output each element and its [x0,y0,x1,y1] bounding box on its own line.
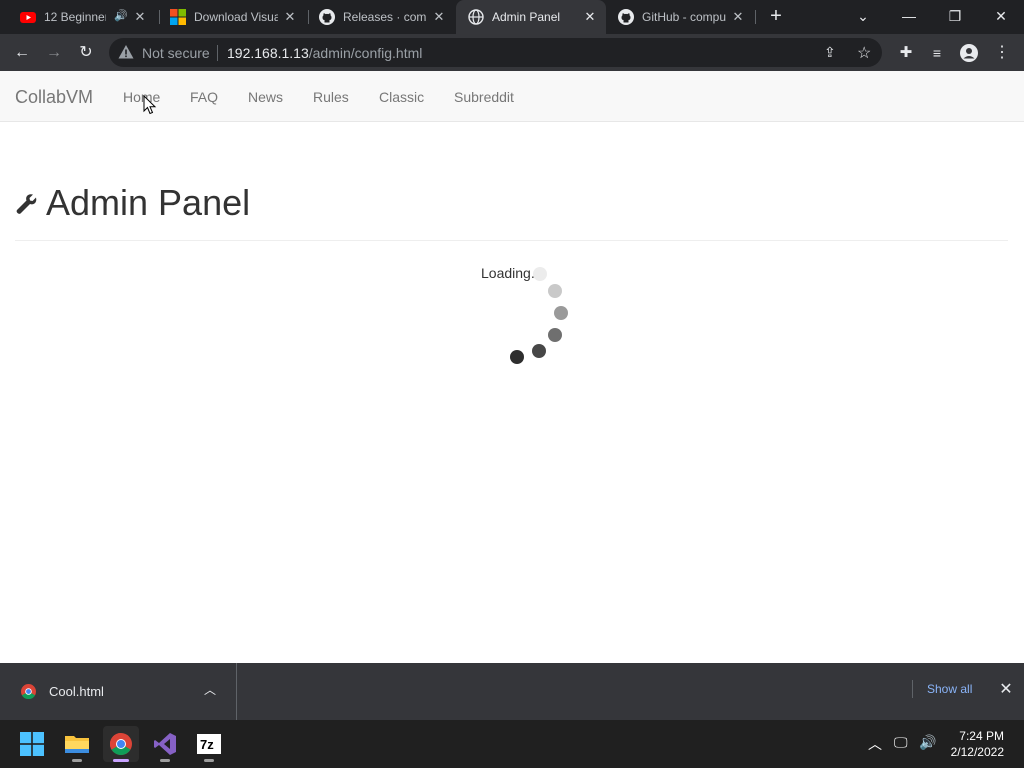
tab-title: Admin Panel [492,10,561,24]
forward-arrow-icon[interactable]: → [43,42,65,64]
volume-icon[interactable]: 🔊 [919,734,936,751]
close-download-bar-icon[interactable]: ✕ [998,682,1014,698]
reload-icon[interactable]: ↻ [75,42,97,64]
nav-faq[interactable]: FAQ [190,89,218,105]
active-indicator [113,759,129,762]
tab-youtube[interactable]: 12 Beginner 🔊 ✕ [8,0,156,34]
tab-releases[interactable]: Releases · comp ✕ [307,0,455,34]
wrench-icon [16,194,37,214]
windows-taskbar: 7z ︿ 🖵 🔊 7:24 PM 2/12/2022 [0,720,1024,768]
download-filename: Cool.html [49,684,104,699]
clock-time: 7:24 PM [959,729,1004,743]
share-icon[interactable]: ⇪ [824,44,836,61]
chrome-file-icon [21,684,36,699]
tab-strip: 12 Beginner 🔊 ✕ Download Visua ✕ Release… [0,0,1024,34]
url-path: /admin/config.html [308,45,423,61]
media-control-icon[interactable]: ≡ [926,42,948,64]
new-tab-button[interactable]: + [766,6,786,26]
tab-title: GitHub - compu [642,10,726,24]
close-tab-icon[interactable]: ✕ [730,9,746,25]
svg-text:7z: 7z [200,737,214,752]
page-header: Admin Panel [15,180,1008,241]
close-window-button[interactable]: ✕ [978,0,1024,34]
tab-download-visual[interactable]: Download Visua ✕ [158,0,306,34]
running-indicator [72,759,82,762]
back-arrow-icon[interactable]: ← [11,42,33,64]
profile-icon[interactable] [958,42,980,64]
mouse-cursor-icon [143,95,157,115]
github-icon [618,9,634,25]
nav-news[interactable]: News [248,89,283,105]
7zip-icon[interactable]: 7z [191,726,227,762]
download-item[interactable]: Cool.html ︿ [0,663,237,720]
network-icon[interactable]: 🖵 [894,734,908,751]
file-explorer-icon[interactable] [59,726,95,762]
tab-title: 12 Beginner [44,10,106,24]
bookmark-star-icon[interactable]: ☆ [857,43,871,63]
nav-subreddit[interactable]: Subreddit [454,89,514,105]
visual-studio-icon[interactable] [147,726,183,762]
system-clock[interactable]: 7:24 PM 2/12/2022 [951,728,1004,760]
warning-icon[interactable] [118,44,134,60]
nav-classic[interactable]: Classic [379,89,424,105]
site-brand[interactable]: CollabVM [15,87,93,108]
download-bar: Cool.html ︿ Show all ✕ [0,663,1024,720]
microsoft-icon [170,9,186,25]
tab-title: Releases · comp [343,10,427,24]
extensions-puzzle-icon[interactable]: ✚ [895,42,917,64]
close-tab-icon[interactable]: ✕ [431,9,447,25]
windows-start-icon[interactable] [14,726,50,762]
restore-button[interactable]: ❐ [932,0,978,34]
globe-icon [468,9,484,25]
browser-toolbar: ← → ↻ Not secure 192.168.1.13/admin/conf… [0,34,1024,71]
nav-rules[interactable]: Rules [313,89,349,105]
tab-github[interactable]: GitHub - compu ✕ [606,0,754,34]
minimize-button[interactable]: — [886,0,932,34]
chrome-icon[interactable] [103,726,139,762]
show-hidden-icons-chevron-icon[interactable]: ︿ [868,734,882,754]
page-title: Admin Panel [46,182,251,223]
close-tab-icon[interactable]: ✕ [282,9,298,25]
not-secure-label[interactable]: Not secure [142,45,210,61]
clock-date: 2/12/2022 [950,745,1004,759]
tab-separator [755,10,756,24]
address-bar[interactable]: Not secure 192.168.1.13/admin/config.htm… [109,38,882,67]
loading-spinner [510,267,568,364]
url-text[interactable]: 192.168.1.13/admin/config.html [227,45,422,61]
close-tab-icon[interactable]: ✕ [132,9,148,25]
menu-kebab-icon[interactable]: ⋮ [991,42,1013,64]
close-tab-icon[interactable]: ✕ [582,9,598,25]
tab-search-chevron-icon[interactable]: ⌄ [840,0,886,34]
running-indicator [204,759,214,762]
omnibox-divider [217,45,218,61]
show-all-button[interactable]: Show all [912,680,986,698]
tab-admin-panel[interactable]: Admin Panel ✕ [456,0,606,34]
chevron-up-icon[interactable]: ︿ [204,681,220,697]
running-indicator [160,759,170,762]
youtube-icon [20,12,36,23]
github-icon [319,9,335,25]
tab-title: Download Visua [194,10,278,24]
url-host: 192.168.1.13 [227,45,309,61]
audio-icon[interactable]: 🔊 [114,9,128,22]
